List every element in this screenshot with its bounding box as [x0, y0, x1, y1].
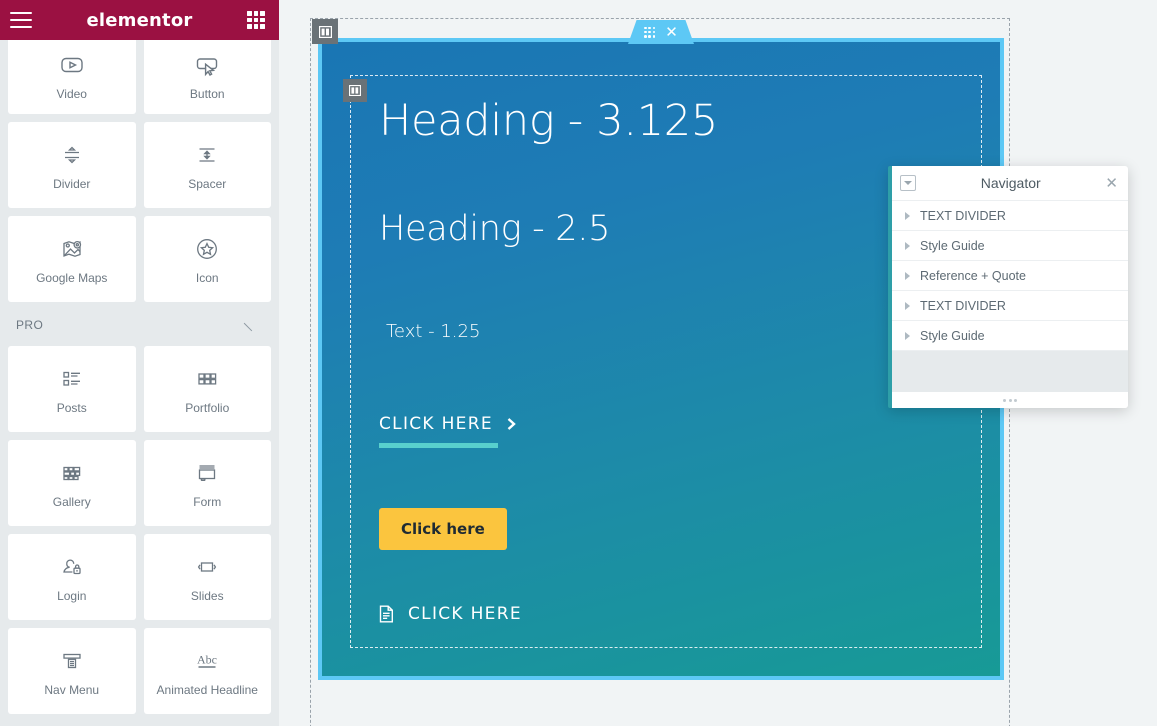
widget-label: Login — [57, 589, 87, 603]
primary-link[interactable]: CLICK HERE — [379, 414, 518, 434]
star-circle-icon — [192, 234, 222, 264]
resize-dots-icon[interactable] — [1003, 398, 1017, 402]
secondary-link-label: CLICK HERE — [408, 604, 522, 624]
widget-label: Gallery — [52, 495, 91, 509]
hamburger-icon[interactable] — [10, 12, 32, 28]
section-handle-tab[interactable]: ✕ — [628, 20, 694, 44]
primary-link-underline — [379, 443, 498, 448]
widget-label: Nav Menu — [44, 683, 100, 697]
primary-link-label: CLICK HERE — [379, 414, 493, 434]
collapse-all-icon[interactable] — [900, 175, 916, 191]
button-cursor-icon — [192, 50, 222, 80]
column-layout-icon — [349, 85, 361, 96]
elementor-editor: elementor Video Button Divider Spacer Go… — [0, 0, 1157, 726]
slides-icon — [192, 552, 222, 582]
widget-label: Posts — [56, 401, 87, 415]
heading-secondary[interactable]: Heading - 2.5 — [379, 209, 610, 249]
secondary-link[interactable]: CLICK HERE — [379, 604, 522, 624]
expand-caret-icon[interactable] — [905, 331, 910, 340]
widget-card-portfolio[interactable]: Portfolio — [143, 346, 271, 432]
widget-label: Icon — [195, 271, 219, 285]
list-item[interactable]: TEXT DIVIDER — [892, 201, 1128, 231]
list-item[interactable]: TEXT DIVIDER — [892, 291, 1128, 321]
form-monitor-icon — [192, 458, 222, 488]
list-item[interactable]: Style Guide — [892, 231, 1128, 261]
svg-text:Abc: Abc — [197, 653, 217, 667]
chevron-right-icon — [507, 418, 516, 430]
cta-button[interactable]: Click here — [379, 508, 507, 550]
posts-list-icon — [57, 364, 87, 394]
widget-card-icon[interactable]: Icon — [143, 216, 271, 302]
divider-icon — [57, 140, 87, 170]
widget-label: Animated Headline — [156, 683, 258, 697]
widget-card-google-maps[interactable]: Google Maps — [8, 216, 136, 302]
list-item-label: Style Guide — [920, 328, 985, 343]
list-item-label: TEXT DIVIDER — [920, 208, 1006, 223]
column-layout-icon — [318, 25, 332, 38]
widget-card-video[interactable]: Video — [8, 40, 136, 114]
widget-card-login[interactable]: Login — [8, 534, 136, 620]
panel-header: elementor — [0, 0, 279, 40]
elementor-logo: elementor — [86, 9, 193, 31]
widget-card-button[interactable]: Button — [143, 40, 271, 114]
expand-caret-icon[interactable] — [905, 301, 910, 310]
list-item-label: Reference + Quote — [920, 268, 1026, 283]
expand-caret-icon[interactable] — [905, 241, 910, 250]
column-settings-handle[interactable] — [343, 79, 367, 102]
expand-caret-icon[interactable] — [905, 211, 910, 220]
widget-label: Google Maps — [36, 271, 108, 285]
list-item[interactable]: Reference + Quote — [892, 261, 1128, 291]
widget-label: Video — [56, 87, 87, 101]
pro-widget-grid: Posts Portfolio Gallery Form Login Slide… — [8, 346, 271, 714]
navigator-footer — [892, 392, 1128, 408]
navigator-panel[interactable]: Navigator ✕ TEXT DIVIDER Style Guide Ref… — [888, 166, 1128, 408]
section-settings-handle[interactable] — [312, 19, 338, 44]
video-icon — [57, 50, 87, 80]
widget-panel-sidebar: elementor Video Button Divider Spacer Go… — [0, 0, 279, 726]
abc-underline-icon: Abc — [192, 646, 222, 676]
chevron-down-icon[interactable] — [243, 315, 260, 331]
body-text[interactable]: Text - 1.25 — [386, 321, 480, 342]
widget-label: Spacer — [188, 177, 227, 191]
drag-dots-icon[interactable] — [644, 26, 656, 38]
widget-card-form[interactable]: Form — [143, 440, 271, 526]
spacer-icon — [192, 140, 222, 170]
widget-card-slides[interactable]: Slides — [143, 534, 271, 620]
panel-edge-strip — [279, 0, 290, 726]
widget-label: Divider — [53, 177, 91, 191]
widget-label: Slides — [190, 589, 224, 603]
list-item-label: TEXT DIVIDER — [920, 298, 1006, 313]
close-icon[interactable]: ✕ — [1105, 175, 1118, 191]
pro-section-label: PRO — [16, 318, 44, 332]
list-item-label: Style Guide — [920, 238, 985, 253]
widget-card-spacer[interactable]: Spacer — [143, 122, 271, 208]
navigator-list: TEXT DIVIDER Style Guide Reference + Quo… — [892, 201, 1128, 351]
login-user-lock-icon — [57, 552, 87, 582]
widget-list-scroll[interactable]: Video Button Divider Spacer Google Maps … — [0, 40, 279, 726]
widget-card-nav-menu[interactable]: Nav Menu — [8, 628, 136, 714]
navigator-header[interactable]: Navigator ✕ — [892, 166, 1128, 201]
document-icon — [379, 605, 393, 623]
widget-card-divider[interactable]: Divider — [8, 122, 136, 208]
basic-widget-grid: Video Button Divider Spacer Google Maps … — [8, 40, 271, 302]
widget-card-animated-headline[interactable]: Abc Animated Headline — [143, 628, 271, 714]
widget-card-posts[interactable]: Posts — [8, 346, 136, 432]
widget-label: Portfolio — [185, 401, 230, 415]
map-pin-icon — [57, 234, 87, 264]
portfolio-grid-icon — [192, 364, 222, 394]
expand-caret-icon[interactable] — [905, 271, 910, 280]
heading-primary[interactable]: Heading - 3.125 — [379, 96, 718, 146]
navigator-title: Navigator — [980, 175, 1041, 191]
gallery-grid-icon — [57, 458, 87, 488]
grid-icon[interactable] — [247, 11, 265, 29]
list-item[interactable]: Style Guide — [892, 321, 1128, 351]
widget-label: Button — [189, 87, 225, 101]
close-icon[interactable]: ✕ — [665, 24, 678, 40]
pro-section-header[interactable]: PRO — [8, 302, 271, 346]
navigator-empty-area — [892, 351, 1128, 392]
nav-menu-icon — [57, 646, 87, 676]
widget-card-gallery[interactable]: Gallery — [8, 440, 136, 526]
widget-label: Form — [193, 495, 222, 509]
